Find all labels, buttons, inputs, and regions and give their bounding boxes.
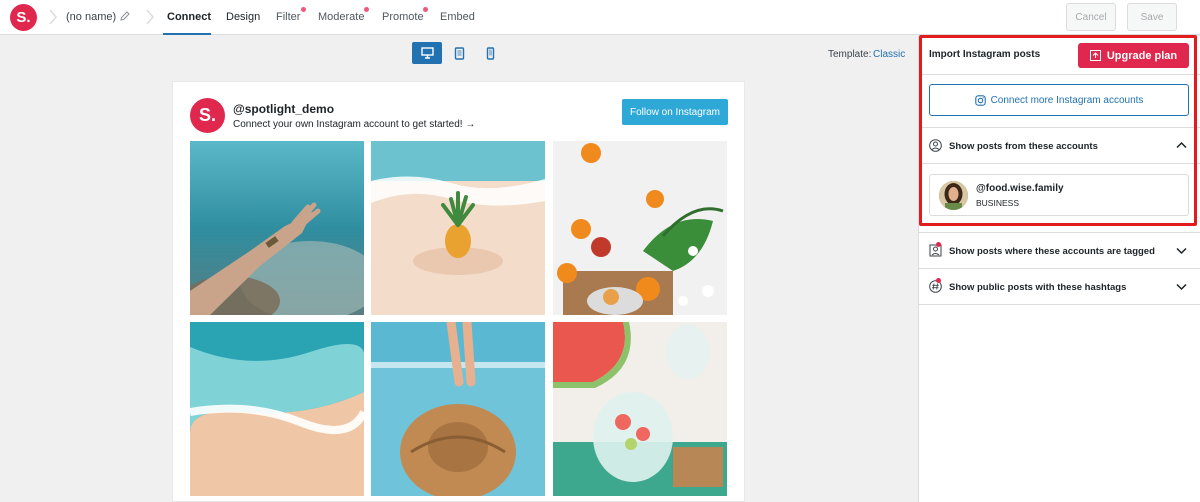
section-tagged-title[interactable]: Show posts where these accounts are tagg… (949, 246, 1155, 257)
tab-design[interactable]: Design (226, 11, 260, 23)
divider (919, 74, 1200, 75)
save-button[interactable]: Save (1127, 3, 1177, 31)
desktop-icon (420, 47, 434, 59)
divider (919, 232, 1200, 233)
account-icon (929, 139, 942, 152)
pro-badge-dot (301, 7, 306, 12)
tab-promote[interactable]: Promote (382, 11, 424, 23)
phone-view-button[interactable] (475, 42, 505, 64)
account-name: @food.wise.family (976, 183, 1064, 194)
chevron-up-icon[interactable] (1176, 140, 1187, 151)
breadcrumb-chevron-icon (48, 9, 58, 25)
pro-badge-dot (936, 242, 941, 247)
sidebar-title: Import Instagram posts (929, 49, 1041, 60)
breadcrumb-chevron-icon (145, 9, 155, 25)
tablet-icon (454, 46, 464, 60)
feed-name[interactable]: (no name) (66, 11, 116, 23)
template-select[interactable]: Classic (873, 49, 905, 60)
account-card[interactable] (929, 174, 1189, 216)
connect-more-label: Connect more Instagram accounts (990, 94, 1144, 106)
section-accounts-title[interactable]: Show posts from these accounts (949, 141, 1098, 152)
divider (919, 268, 1200, 269)
profile-bio: Connect your own Instagram account to ge… (233, 119, 476, 130)
account-type: BUSINESS (976, 198, 1019, 208)
tab-connect[interactable]: Connect (167, 11, 211, 23)
chevron-down-icon[interactable] (1176, 245, 1187, 256)
feed-photo-pineapple[interactable] (371, 141, 545, 315)
tablet-view-button[interactable] (444, 42, 474, 64)
feed-photo-fruits[interactable] (553, 141, 727, 315)
pro-badge-dot (423, 7, 428, 12)
phone-icon (486, 46, 494, 60)
chevron-down-icon[interactable] (1176, 281, 1187, 292)
instagram-icon (974, 94, 986, 106)
pro-badge-dot (364, 7, 369, 12)
section-hashtags-title[interactable]: Show public posts with these hashtags (949, 282, 1126, 293)
account-avatar (939, 181, 968, 210)
feed-photo-underwater[interactable] (190, 141, 364, 315)
top-bar: S. (no name) Connect Design Filter Moder… (0, 0, 1200, 35)
tab-moderate[interactable]: Moderate (318, 11, 364, 23)
feed-photo-beach[interactable] (190, 322, 364, 496)
divider (919, 304, 1200, 305)
pencil-icon[interactable] (119, 10, 131, 22)
connect-more-accounts-button[interactable]: Connect more Instagram accounts (929, 84, 1189, 116)
upgrade-plan-button[interactable]: Upgrade plan (1078, 43, 1189, 68)
follow-button[interactable]: Follow on Instagram (622, 99, 728, 125)
pro-badge-dot (936, 278, 941, 283)
feed-photo-drinks[interactable] (553, 322, 727, 496)
desktop-view-button[interactable] (412, 42, 442, 64)
divider (919, 163, 1200, 164)
active-tab-indicator (163, 33, 211, 35)
feed-photo-pool[interactable] (371, 322, 545, 496)
cancel-button[interactable]: Cancel (1066, 3, 1116, 31)
template-label: Template: (828, 49, 872, 60)
divider (919, 127, 1200, 128)
profile-avatar: S. (190, 98, 225, 133)
upgrade-plan-label: Upgrade plan (1106, 49, 1178, 62)
tab-embed[interactable]: Embed (440, 11, 475, 23)
profile-handle: @spotlight_demo (233, 102, 335, 116)
tab-filter[interactable]: Filter (276, 11, 300, 23)
upgrade-icon (1089, 50, 1101, 61)
spotlight-logo: S. (10, 4, 37, 31)
